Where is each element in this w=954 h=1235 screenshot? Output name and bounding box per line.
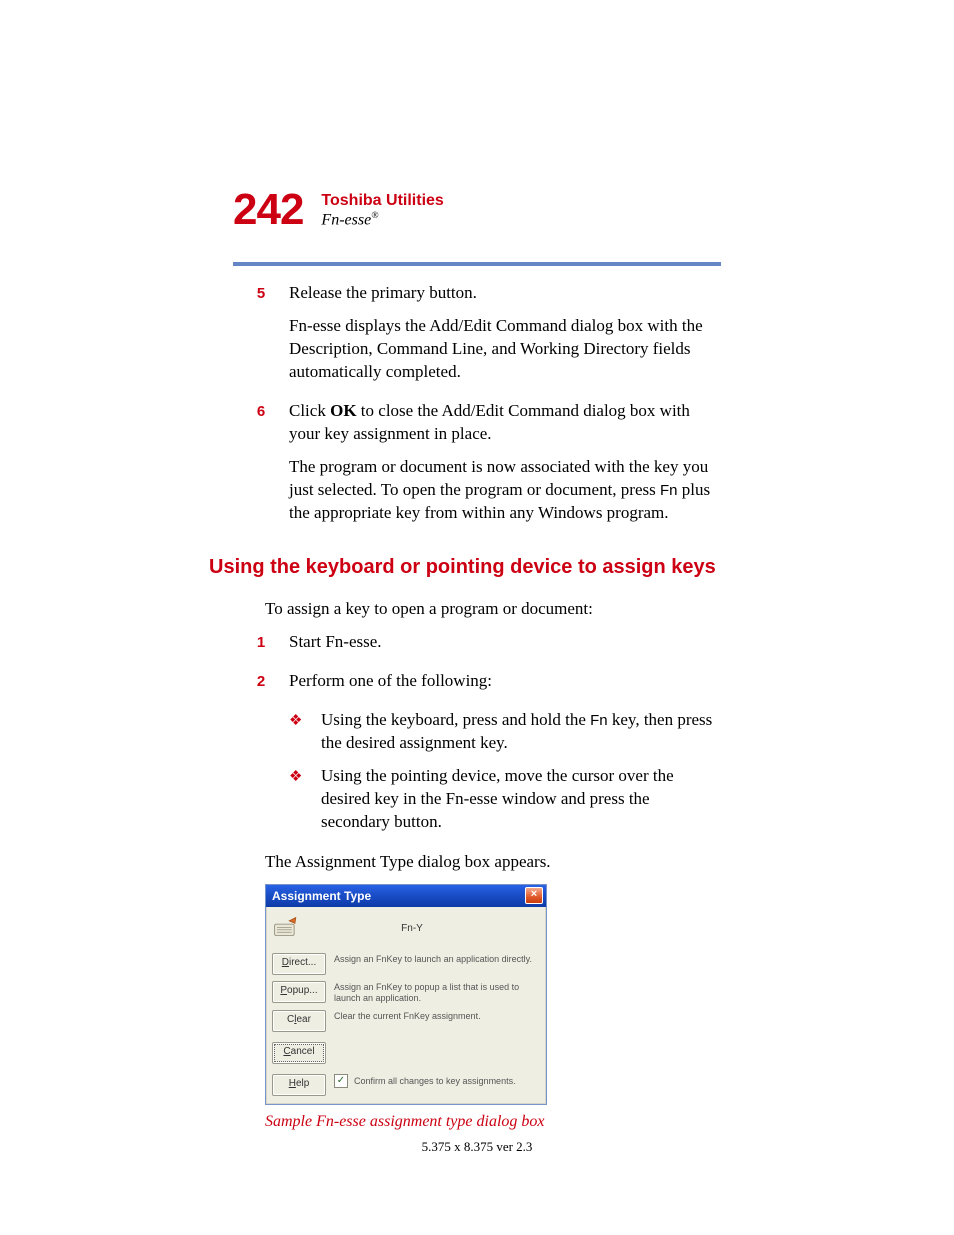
text: ear <box>297 1014 311 1025</box>
dialog-titlebar: Assignment Type × <box>266 885 546 907</box>
step-5: 5 Release the primary button. Fn-esse di… <box>233 282 721 394</box>
header-text-block: Toshiba Utilities Fn-esse® <box>321 188 443 229</box>
popup-button[interactable]: Popup... <box>272 981 326 1003</box>
fnkey-label: Fn-Y <box>312 922 540 936</box>
step-1b-text: Start Fn-esse. <box>289 631 721 654</box>
popup-row: Popup... Assign an FnKey to popup a list… <box>272 981 540 1005</box>
step-5-line: Release the primary button. <box>289 282 721 305</box>
direct-button[interactable]: Direct... <box>272 953 326 975</box>
page-number: 242 <box>233 188 303 232</box>
mnemonic: D <box>282 957 289 968</box>
bullet-1: ❖ Using the keyboard, press and hold the… <box>289 709 721 755</box>
subheading: Using the keyboard or pointing device to… <box>209 554 721 581</box>
step-2b: 2 Perform one of the following: <box>233 670 721 703</box>
text: Click <box>289 401 330 420</box>
dialog-title: Assignment Type <box>272 888 371 904</box>
figure-caption: Sample Fn-esse assignment type dialog bo… <box>265 1111 721 1133</box>
section-name: Fn-esse <box>321 211 371 228</box>
intro-paragraph: To assign a key to open a program or doc… <box>265 598 721 621</box>
step-6-para: The program or document is now associate… <box>289 456 721 525</box>
cancel-button[interactable]: Cancel <box>272 1042 326 1064</box>
text: opup... <box>287 985 318 996</box>
header-rule <box>233 262 721 266</box>
diamond-bullet-icon: ❖ <box>289 765 321 834</box>
page-content: 5 Release the primary button. Fn-esse di… <box>233 282 721 1133</box>
step-number: 1 <box>233 631 289 664</box>
step-body: Release the primary button. Fn-esse disp… <box>289 282 721 394</box>
text: irect... <box>289 957 316 968</box>
clear-row: Clear Clear the current FnKey assignment… <box>272 1010 540 1032</box>
page-footer: 5.375 x 8.375 ver 2.3 <box>0 1139 954 1155</box>
page-header: 242 Toshiba Utilities Fn-esse® <box>233 188 444 232</box>
bullet-body: Using the keyboard, press and hold the F… <box>321 709 721 755</box>
text: The program or document is now associate… <box>289 457 708 499</box>
step-number: 5 <box>233 282 289 394</box>
confirm-check-row: ✓ Confirm all changes to key assignments… <box>334 1074 540 1088</box>
empty-desc <box>334 1042 540 1043</box>
keyboard-icon <box>272 915 300 943</box>
help-row: Help ✓ Confirm all changes to key assign… <box>272 1074 540 1096</box>
fn-key-text: Fn <box>660 482 678 499</box>
cancel-row: Cancel <box>272 1042 540 1064</box>
registered-mark: ® <box>371 210 378 221</box>
step-number: 6 <box>233 400 289 535</box>
section-title: Fn-esse® <box>321 210 443 229</box>
dialog-body: Fn-Y Direct... Assign an FnKey to launch… <box>266 907 546 1105</box>
bullet-2: ❖ Using the pointing device, move the cu… <box>289 765 721 834</box>
after-bullets-para: The Assignment Type dialog box appears. <box>265 851 721 874</box>
step-body: Start Fn-esse. <box>289 631 721 664</box>
confirm-label: Confirm all changes to key assignments. <box>354 1075 516 1087</box>
diamond-bullet-icon: ❖ <box>289 709 321 755</box>
step-2b-text: Perform one of the following: <box>289 670 721 693</box>
confirm-checkbox[interactable]: ✓ <box>334 1074 348 1088</box>
help-button[interactable]: Help <box>272 1074 326 1096</box>
direct-row: Direct... Assign an FnKey to launch an a… <box>272 953 540 975</box>
text: ancel <box>291 1046 315 1057</box>
step-5-para: Fn-esse displays the Add/Edit Command di… <box>289 315 721 384</box>
text: elp <box>296 1078 309 1089</box>
text: Using the keyboard, press and hold the <box>321 710 590 729</box>
dialog-top-row: Fn-Y <box>272 911 540 947</box>
step-1b: 1 Start Fn-esse. <box>233 631 721 664</box>
mnemonic: H <box>289 1078 296 1089</box>
clear-desc: Clear the current FnKey assignment. <box>334 1010 540 1022</box>
document-page: 242 Toshiba Utilities Fn-esse® 5 Release… <box>0 0 954 1235</box>
fn-key-text: Fn <box>590 712 608 729</box>
popup-desc: Assign an FnKey to popup a list that is … <box>334 981 540 1005</box>
step-number: 2 <box>233 670 289 703</box>
ok-bold: OK <box>330 401 356 420</box>
step-body: Click OK to close the Add/Edit Command d… <box>289 400 721 535</box>
step-6: 6 Click OK to close the Add/Edit Command… <box>233 400 721 535</box>
chapter-title: Toshiba Utilities <box>321 192 443 210</box>
mnemonic: C <box>283 1046 290 1057</box>
close-button[interactable]: × <box>525 887 543 904</box>
direct-desc: Assign an FnKey to launch an application… <box>334 953 540 965</box>
step-6-line: Click OK to close the Add/Edit Command d… <box>289 400 721 446</box>
assignment-type-dialog: Assignment Type × <box>265 884 547 1106</box>
clear-button[interactable]: Clear <box>272 1010 326 1032</box>
bullet-body: Using the pointing device, move the curs… <box>321 765 721 834</box>
dialog-figure: Assignment Type × <box>265 884 721 1106</box>
step-body: Perform one of the following: <box>289 670 721 703</box>
